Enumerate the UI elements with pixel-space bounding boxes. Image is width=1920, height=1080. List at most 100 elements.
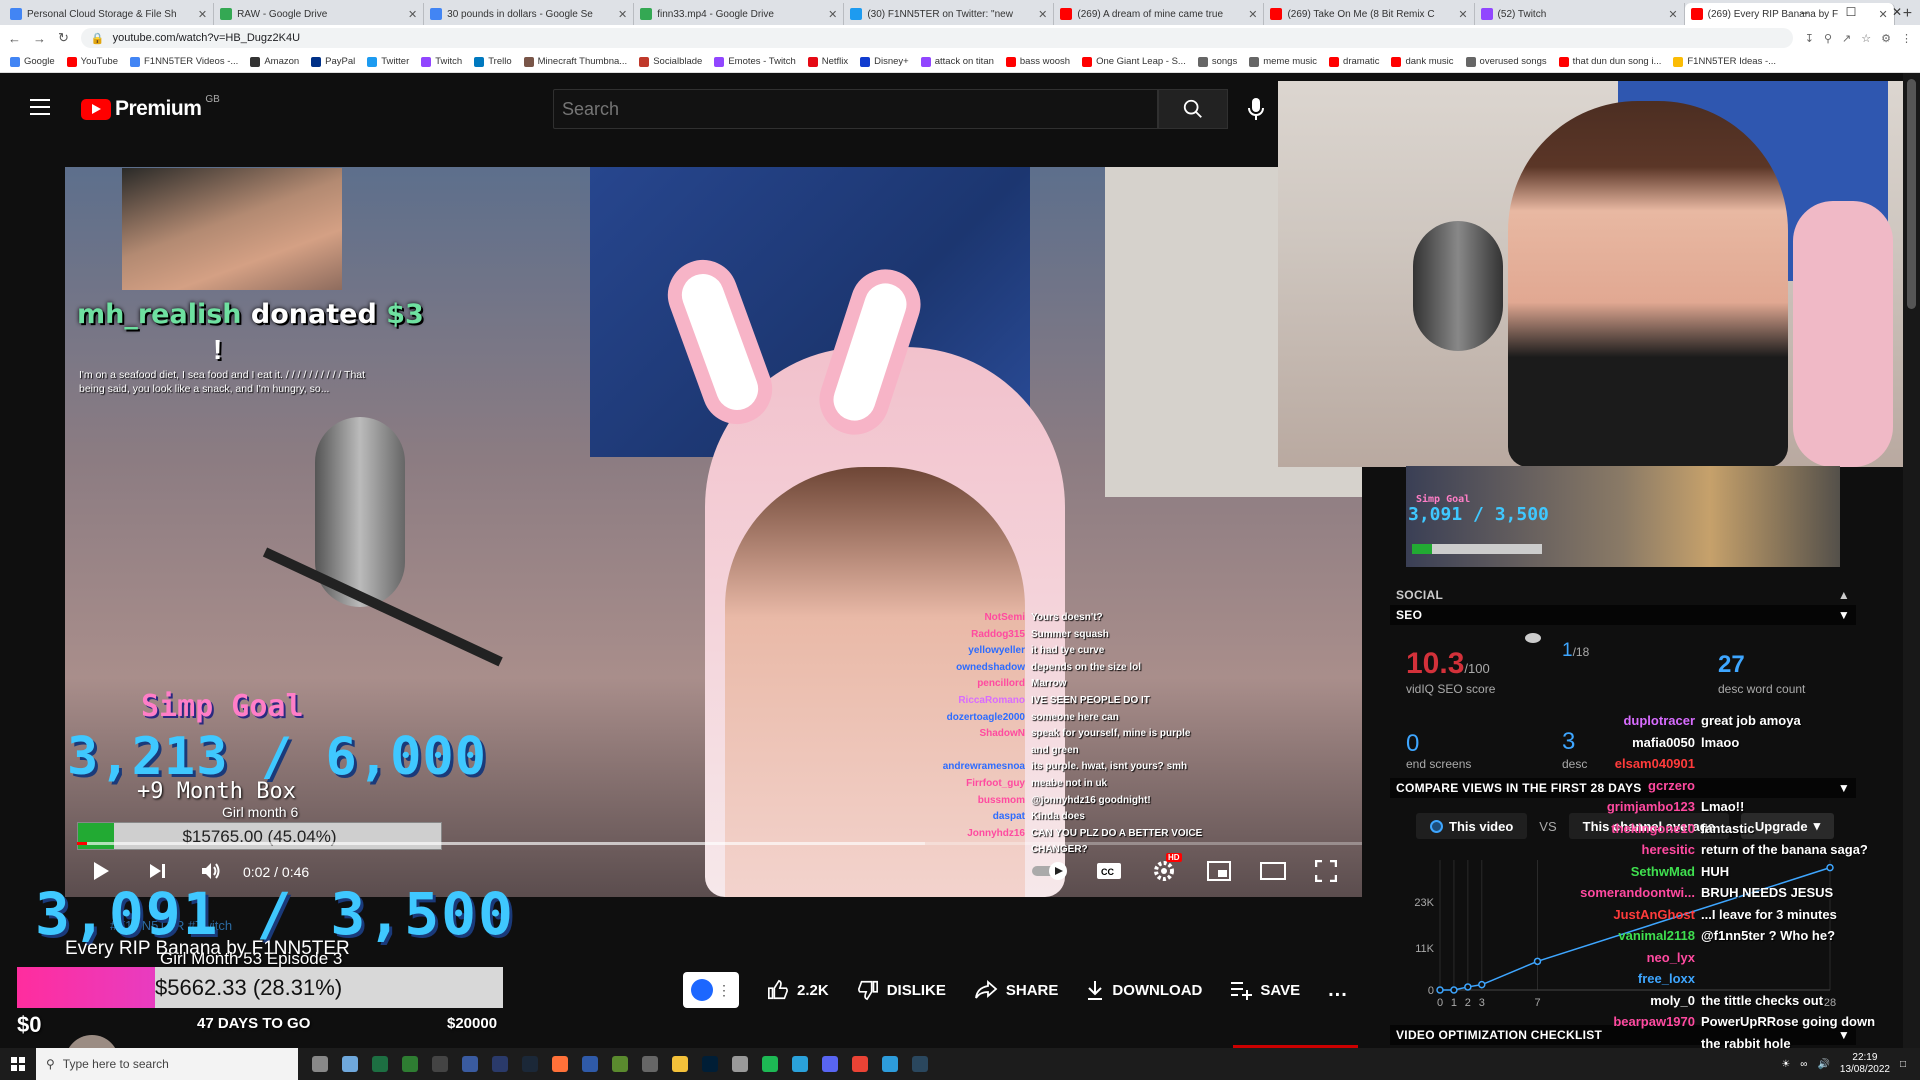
hamburger-menu-icon[interactable]: [30, 99, 50, 115]
bookmark-item[interactable]: One Giant Leap - S...: [1082, 56, 1186, 67]
tab-close-icon[interactable]: ✕: [198, 8, 207, 21]
like-button[interactable]: 2.2K: [753, 972, 843, 1008]
app-icon[interactable]: [882, 1056, 898, 1072]
bookmark-item[interactable]: PayPal: [311, 56, 355, 67]
settings-button[interactable]: HD: [1148, 853, 1182, 885]
maximize-icon[interactable]: ☐: [1828, 0, 1874, 25]
vidiq-button[interactable]: ⋮: [683, 972, 739, 1008]
tab-close-icon[interactable]: ✕: [408, 8, 417, 21]
file-explorer-icon[interactable]: [672, 1056, 688, 1072]
bookmark-item[interactable]: dramatic: [1329, 56, 1379, 67]
video-player[interactable]: mh_realish donated $3 ! I'm on a seafood…: [65, 167, 1362, 897]
tab-close-icon[interactable]: ✕: [1038, 8, 1047, 21]
voice-search-button[interactable]: [1240, 93, 1272, 125]
bookmark-item[interactable]: F1NN5TER Ideas -...: [1673, 56, 1776, 67]
bookmark-item[interactable]: songs: [1197, 56, 1237, 67]
notepad-icon[interactable]: [342, 1056, 358, 1072]
notifications-icon[interactable]: □: [1900, 1059, 1906, 1070]
share-icon[interactable]: ↗: [1842, 32, 1851, 45]
seo-section-header[interactable]: SEO ▼: [1390, 605, 1856, 625]
dislike-button[interactable]: DISLIKE: [843, 972, 960, 1008]
bookmark-item[interactable]: dank music: [1391, 56, 1454, 67]
network-icon[interactable]: ∞: [1800, 1059, 1807, 1070]
browser-tab[interactable]: finn33.mp4 - Google Drive ✕: [634, 3, 845, 25]
this-video-option[interactable]: This video: [1416, 813, 1528, 839]
minecraft-icon[interactable]: [612, 1056, 628, 1072]
weather-icon[interactable]: ☀: [1781, 1059, 1790, 1070]
spotify-icon[interactable]: [762, 1056, 778, 1072]
bookmark-item[interactable]: Amazon: [250, 56, 299, 67]
star-icon[interactable]: ☆: [1861, 32, 1871, 45]
taskbar-search[interactable]: ⚲ Type here to search: [36, 1048, 298, 1080]
search-input[interactable]: [553, 89, 1158, 129]
download-button[interactable]: DOWNLOAD: [1072, 972, 1216, 1008]
bookmark-item[interactable]: Twitch: [421, 56, 462, 67]
app-icon[interactable]: [492, 1056, 508, 1072]
theater-mode-button[interactable]: [1257, 857, 1289, 885]
vegas-icon[interactable]: [582, 1056, 598, 1072]
video-thumbnail[interactable]: Simp Goal 3,091 / 3,500: [1406, 466, 1840, 567]
photoshop-icon[interactable]: [702, 1056, 718, 1072]
more-actions-button[interactable]: ...: [1314, 972, 1362, 1008]
share-button[interactable]: SHARE: [960, 972, 1073, 1008]
speaker-icon[interactable]: 🔊: [1817, 1059, 1829, 1070]
start-button[interactable]: [0, 1048, 36, 1080]
bookmark-item[interactable]: attack on titan: [920, 56, 994, 67]
browser-tab[interactable]: (269) A dream of mine came true ✕: [1054, 3, 1265, 25]
bookmark-item[interactable]: YouTube: [66, 56, 118, 67]
browser-tab[interactable]: (269) Take On Me (8 Bit Remix C ✕: [1264, 3, 1475, 25]
app-icon[interactable]: [462, 1056, 478, 1072]
minimize-icon[interactable]: –: [1782, 0, 1828, 25]
bookmark-item[interactable]: Emotes - Twitch: [714, 56, 796, 67]
tab-close-icon[interactable]: ✕: [1668, 8, 1677, 21]
firefox-icon[interactable]: [552, 1056, 568, 1072]
obs-icon[interactable]: [432, 1056, 448, 1072]
task-view-icon[interactable]: [312, 1056, 328, 1072]
browser-tab[interactable]: Personal Cloud Storage & File Sh ✕: [4, 3, 215, 25]
forward-icon[interactable]: →: [33, 31, 46, 46]
save-button[interactable]: SAVE: [1216, 972, 1314, 1008]
browser-tab[interactable]: (30) F1NN5TER on Twitter: "new ✕: [844, 3, 1055, 25]
fullscreen-button[interactable]: [1310, 857, 1342, 885]
bookmark-item[interactable]: F1NN5TER Videos -...: [129, 56, 238, 67]
tab-close-icon[interactable]: ✕: [1248, 8, 1257, 21]
browser-tab[interactable]: RAW - Google Drive ✕: [214, 3, 425, 25]
miniplayer-button[interactable]: [1203, 857, 1235, 885]
bookmark-item[interactable]: meme music: [1249, 56, 1317, 67]
close-window-icon[interactable]: ✕: [1874, 0, 1920, 25]
steam-icon[interactable]: [522, 1056, 538, 1072]
discord-icon[interactable]: [822, 1056, 838, 1072]
bookmark-item[interactable]: Twitter: [367, 56, 409, 67]
eye-icon[interactable]: [1525, 633, 1541, 643]
bookmark-item[interactable]: Trello: [474, 56, 512, 67]
tab-close-icon[interactable]: ✕: [1458, 8, 1467, 21]
bookmark-item[interactable]: Google: [10, 56, 55, 67]
clock[interactable]: 22:19 13/08/2022: [1840, 1052, 1890, 1076]
social-section-header[interactable]: SOCIAL ▲: [1390, 585, 1856, 605]
chrome-icon[interactable]: [852, 1056, 868, 1072]
bookmark-item[interactable]: Disney+: [860, 56, 909, 67]
youtube-premium-logo[interactable]: Premium GB: [81, 94, 220, 121]
meet-icon[interactable]: [402, 1056, 418, 1072]
telegram-icon[interactable]: [792, 1056, 808, 1072]
bookmark-item[interactable]: Netflix: [807, 56, 848, 67]
search-button[interactable]: [1158, 89, 1228, 129]
zoom-icon[interactable]: ⚲: [1824, 32, 1832, 45]
bookmark-item[interactable]: bass woosh: [1005, 56, 1070, 67]
bookmark-item[interactable]: Minecraft Thumbna...: [523, 56, 627, 67]
bookmark-item[interactable]: that dun dun song i...: [1558, 56, 1661, 67]
url-field[interactable]: 🔒 youtube.com/watch?v=HB_Dugz2K4U: [80, 28, 1793, 48]
install-icon[interactable]: ↧: [1805, 32, 1814, 45]
bookmark-item[interactable]: overused songs: [1465, 56, 1547, 67]
settings-icon[interactable]: [642, 1056, 658, 1072]
browser-tab[interactable]: 30 pounds in dollars - Google Se ✕: [424, 3, 635, 25]
browser-tab[interactable]: (52) Twitch ✕: [1474, 3, 1685, 25]
page-scrollbar[interactable]: [1903, 73, 1920, 1048]
back-icon[interactable]: ←: [8, 31, 21, 46]
menu-dots-icon[interactable]: ⋮: [1901, 32, 1912, 45]
reload-icon[interactable]: ↻: [58, 30, 69, 46]
excel-icon[interactable]: [372, 1056, 388, 1072]
captions-button[interactable]: CC: [1093, 857, 1125, 885]
bookmark-item[interactable]: Socialblade: [639, 56, 702, 67]
steam-icon[interactable]: [912, 1056, 928, 1072]
